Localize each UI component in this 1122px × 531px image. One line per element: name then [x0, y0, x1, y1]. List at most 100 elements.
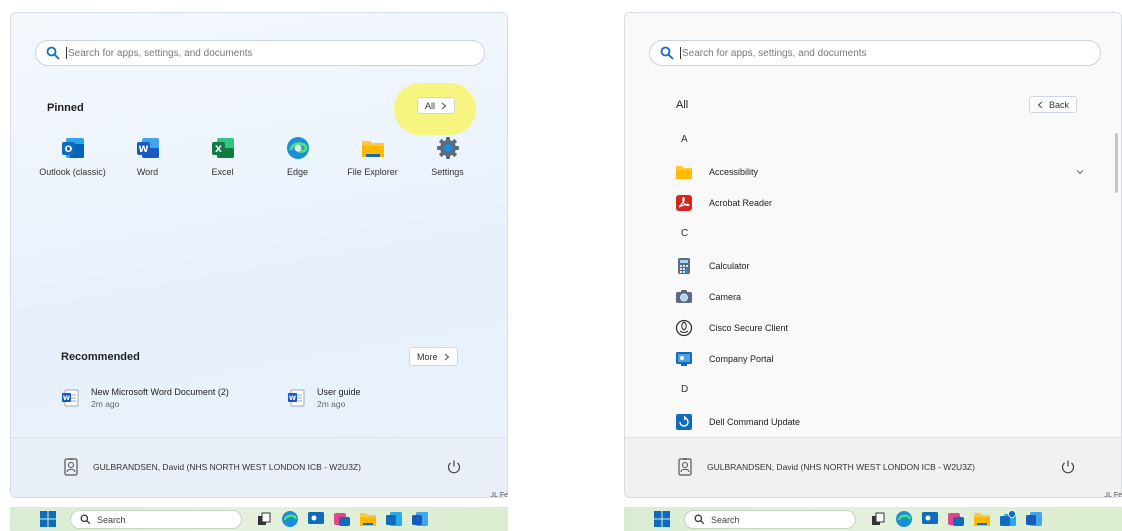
outlook-icon: O — [61, 138, 84, 158]
chevron-right-icon — [441, 102, 447, 109]
user-name[interactable]: GULBRANDSEN, David (NHS NORTH WEST LONDO… — [93, 462, 361, 472]
letter-header-a[interactable]: A — [681, 134, 688, 145]
word-icon[interactable] — [1025, 510, 1043, 528]
pinned-title: Pinned — [47, 102, 84, 114]
word-icon[interactable] — [411, 510, 429, 528]
taskbar: ᒧᒪ Fe Search — [10, 492, 508, 531]
teams-icon[interactable] — [947, 510, 965, 528]
power-icon[interactable] — [1059, 458, 1077, 476]
text-cursor — [66, 47, 67, 59]
recommended-item-time: 2m ago — [317, 399, 346, 409]
svg-text:W: W — [138, 145, 148, 155]
recommended-item[interactable]: W User guide 2m ago — [287, 387, 361, 409]
app-item-company-portal[interactable]: Company Portal — [675, 350, 1085, 368]
app-item-acrobat-reader[interactable]: Acrobat Reader — [675, 194, 1085, 212]
recommended-item[interactable]: W New Microsoft Word Document (2) 2m ago — [61, 387, 229, 409]
search-icon — [80, 514, 91, 525]
pinned-app-label: Word — [136, 167, 159, 177]
app-label: Acrobat Reader — [709, 198, 773, 208]
edge-icon[interactable] — [895, 510, 913, 528]
start-menu-pinned-view: Search for apps, settings, and documents… — [10, 12, 508, 498]
settings-gear-icon — [436, 137, 459, 159]
company-portal-icon[interactable] — [307, 510, 325, 528]
recommended-title: Recommended — [61, 351, 140, 363]
app-label: Cisco Secure Client — [709, 323, 789, 333]
windows-start-icon[interactable] — [40, 511, 56, 527]
more-label: More — [417, 351, 438, 362]
svg-text:X: X — [215, 145, 222, 155]
svg-text:W: W — [289, 394, 296, 402]
chevron-right-icon — [444, 353, 449, 360]
system-tray-text: ᒧᒪ Fe — [1103, 492, 1122, 499]
file-explorer-icon — [361, 141, 384, 157]
file-explorer-icon[interactable] — [359, 510, 377, 528]
scrollbar[interactable] — [1115, 133, 1118, 193]
taskbar-search-label: Search — [97, 514, 126, 525]
search-box[interactable]: Search for apps, settings, and documents — [35, 40, 485, 66]
search-icon — [660, 46, 674, 60]
recommended-item-name: User guide — [317, 387, 361, 397]
outlook-icon[interactable] — [385, 510, 403, 528]
letter-header-c[interactable]: C — [681, 228, 688, 239]
word-document-icon: W — [62, 389, 79, 407]
acrobat-icon — [676, 195, 692, 211]
search-icon — [694, 514, 705, 525]
task-view-icon[interactable] — [255, 510, 273, 528]
pinned-app-label: Excel — [211, 167, 234, 177]
app-item-cisco-secure-client[interactable]: Cisco Secure Client — [675, 319, 1085, 337]
all-apps-title: All — [676, 99, 689, 111]
camera-icon — [676, 290, 692, 303]
pinned-app-file-explorer[interactable]: File Explorer — [335, 135, 410, 177]
pinned-app-outlook[interactable]: O Outlook (classic) — [35, 135, 110, 177]
taskbar-search[interactable]: Search — [70, 510, 242, 529]
start-menu-footer: GULBRANDSEN, David (NHS NORTH WEST LONDO… — [11, 437, 507, 497]
user-name[interactable]: GULBRANDSEN, David (NHS NORTH WEST LONDO… — [707, 462, 975, 472]
recommended-item-time: 2m ago — [91, 399, 120, 409]
edge-icon[interactable] — [281, 510, 299, 528]
power-icon[interactable] — [445, 458, 463, 476]
all-apps-label: All — [425, 100, 436, 111]
calculator-icon — [678, 258, 690, 274]
user-avatar-icon[interactable] — [61, 457, 81, 477]
search-box[interactable]: Search for apps, settings, and documents — [649, 40, 1101, 66]
back-button[interactable]: Back — [1029, 96, 1078, 113]
teams-icon[interactable] — [333, 510, 351, 528]
pinned-app-settings[interactable]: Settings — [410, 135, 485, 177]
file-explorer-icon[interactable] — [973, 510, 991, 528]
all-apps-button[interactable]: All — [417, 97, 456, 114]
cisco-icon — [675, 319, 693, 337]
taskbar-search[interactable]: Search — [684, 510, 856, 529]
edge-icon — [286, 137, 309, 159]
pinned-app-word[interactable]: W Word — [110, 135, 185, 177]
user-avatar-icon[interactable] — [675, 457, 695, 477]
outlook-notification-icon[interactable] — [999, 510, 1017, 528]
taskbar-apps — [869, 510, 1043, 528]
windows-start-icon[interactable] — [654, 511, 670, 527]
search-icon — [46, 46, 60, 60]
app-item-camera[interactable]: Camera — [675, 288, 1085, 306]
pinned-app-label: File Explorer — [347, 167, 398, 177]
company-portal-icon[interactable] — [921, 510, 939, 528]
folder-icon — [676, 166, 692, 179]
dell-update-icon — [676, 414, 692, 430]
chevron-down-icon[interactable] — [1075, 167, 1085, 177]
pinned-app-label: Settings — [431, 167, 464, 177]
task-view-icon[interactable] — [869, 510, 887, 528]
excel-icon: X — [211, 138, 234, 158]
company-portal-icon — [676, 352, 692, 366]
app-item-calculator[interactable]: Calculator — [675, 257, 1085, 275]
word-document-icon: W — [288, 389, 305, 407]
svg-text:O: O — [64, 145, 72, 155]
letter-header-d[interactable]: D — [681, 384, 688, 395]
start-menu-footer: GULBRANDSEN, David (NHS NORTH WEST LONDO… — [625, 437, 1121, 497]
app-item-accessibility[interactable]: Accessibility — [675, 163, 1085, 181]
chevron-left-icon — [1037, 101, 1043, 108]
pinned-app-excel[interactable]: X Excel — [185, 135, 260, 177]
search-placeholder: Search for apps, settings, and documents — [68, 47, 253, 59]
app-item-dell-command-update[interactable]: Dell Command Update — [675, 413, 1085, 431]
text-cursor — [680, 47, 681, 59]
taskbar-apps — [255, 510, 429, 528]
app-label: Camera — [709, 292, 742, 302]
more-button[interactable]: More — [409, 347, 458, 366]
pinned-app-edge[interactable]: Edge — [260, 135, 335, 177]
